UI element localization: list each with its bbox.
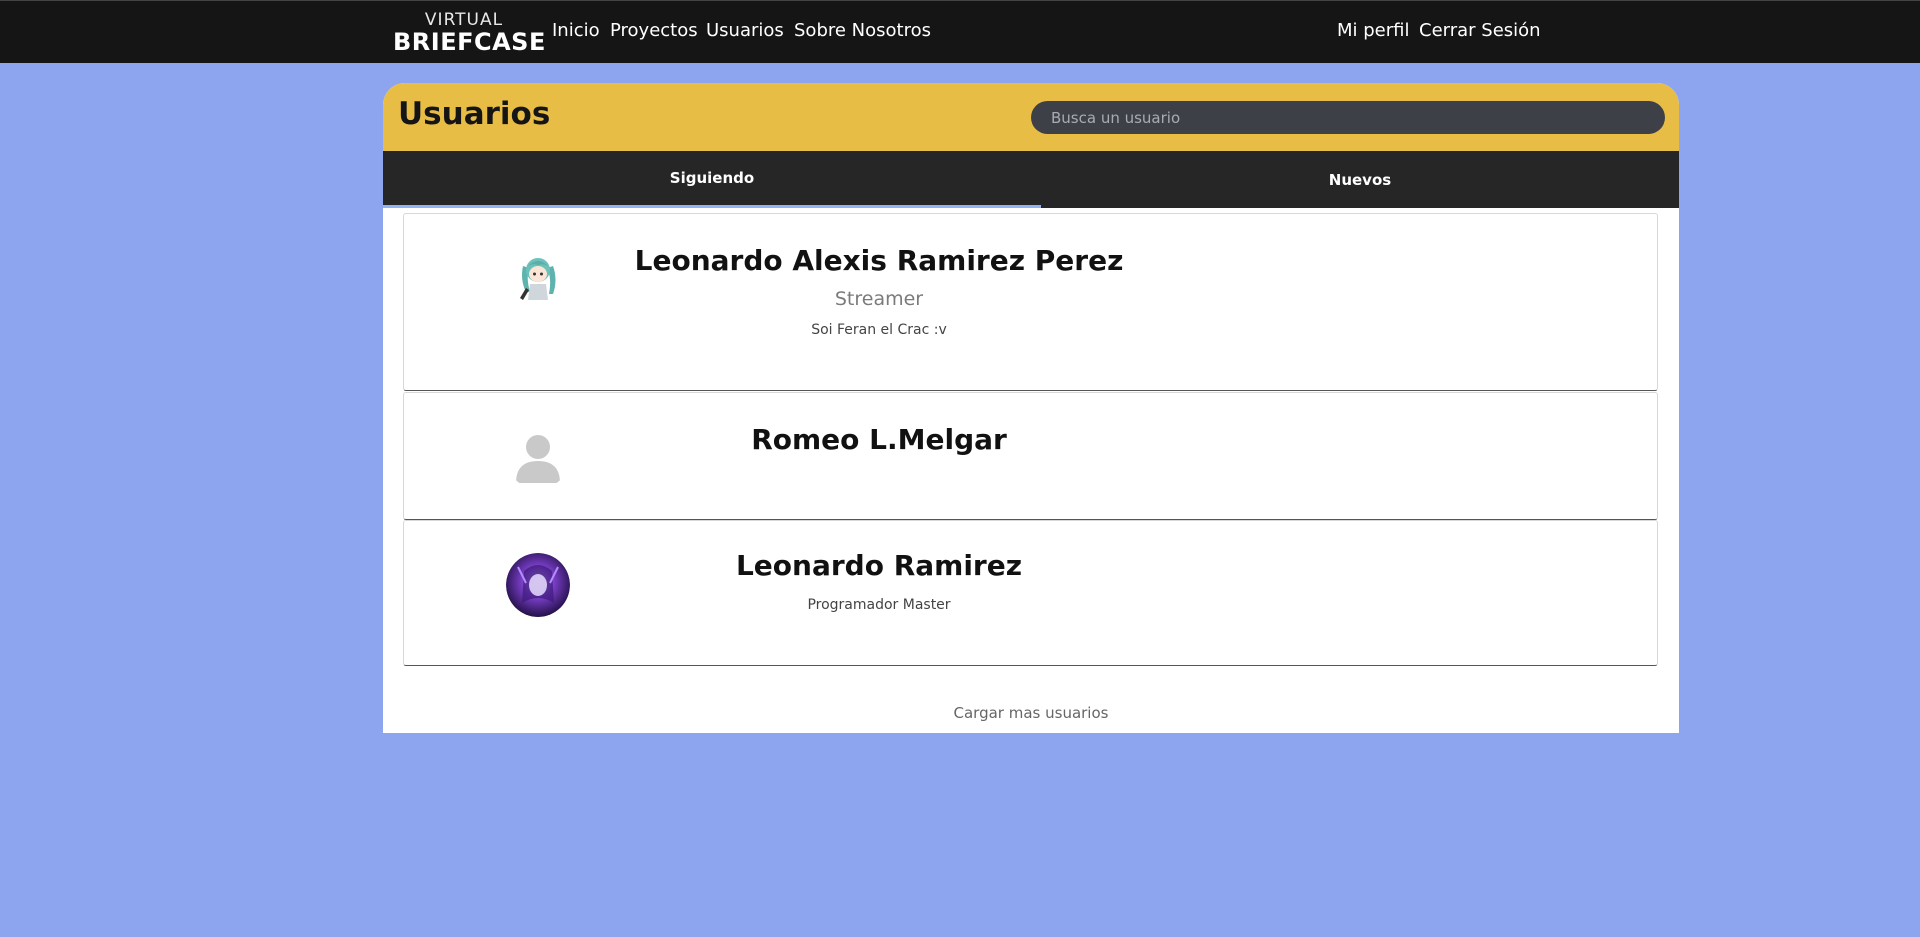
user-name[interactable]: Romeo L.Melgar — [634, 423, 1124, 456]
user-name[interactable]: Leonardo Ramirez — [634, 549, 1124, 582]
user-bio: Programador Master — [807, 597, 951, 613]
tab-siguiendo[interactable]: Siguiendo — [383, 151, 1041, 208]
users-panel: Usuarios Siguiendo Nuevos Leonardo Alexi… — [383, 83, 1679, 733]
tab-nuevos[interactable]: Nuevos — [1041, 151, 1679, 208]
user-role: Streamer — [834, 288, 924, 310]
brand-logo[interactable]: VIRTUAL BRIEFCASE — [393, 10, 546, 56]
user-bio: Soi Feran el Crac :v — [811, 322, 947, 338]
user-card[interactable]: Leonardo Ramirez Programador Master — [403, 520, 1658, 666]
user-avatar — [506, 553, 570, 617]
user-tabs: Siguiendo Nuevos — [383, 151, 1679, 208]
nav-inicio-link[interactable]: Inicio — [552, 20, 600, 41]
brand-logo-bottom: BRIEFCASE — [393, 28, 546, 56]
nav-mi-perfil-link[interactable]: Mi perfil — [1337, 20, 1410, 41]
user-name[interactable]: Leonardo Alexis Ramirez Perez — [634, 244, 1124, 277]
user-avatar — [506, 246, 570, 310]
panel-header: Usuarios — [383, 83, 1679, 151]
load-more-users-button[interactable]: Cargar mas usuarios — [383, 704, 1679, 722]
brand-logo-top: VIRTUAL — [424, 10, 504, 30]
nav-proyectos-link[interactable]: Proyectos — [610, 20, 698, 41]
user-card[interactable]: Leonardo Alexis Ramirez Perez Streamer S… — [403, 213, 1658, 391]
nav-cerrar-sesion-link[interactable]: Cerrar Sesión — [1419, 20, 1541, 41]
anime-chibi-avatar-icon — [506, 246, 570, 310]
default-user-avatar-icon — [506, 425, 570, 489]
user-card[interactable]: Romeo L.Melgar — [403, 392, 1658, 520]
page-title: Usuarios — [398, 96, 551, 132]
top-navbar: VIRTUAL BRIEFCASE Inicio Proyectos Usuar… — [0, 0, 1920, 63]
purple-character-avatar-icon — [506, 553, 570, 617]
nav-sobre-nosotros-link[interactable]: Sobre Nosotros — [794, 20, 931, 41]
search-user-input[interactable] — [1031, 101, 1665, 134]
user-avatar — [506, 425, 570, 489]
nav-usuarios-link[interactable]: Usuarios — [706, 20, 784, 41]
